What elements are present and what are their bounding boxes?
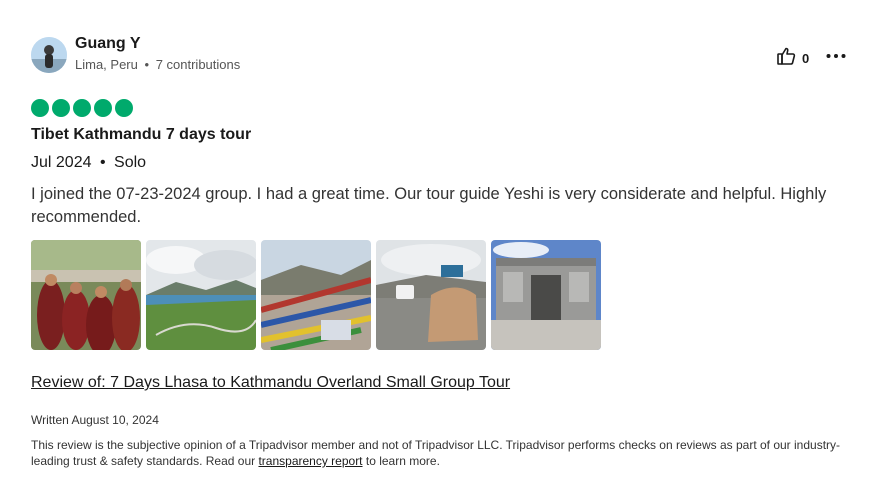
helpful-count: 0	[802, 51, 810, 66]
disclaimer: This review is the subjective opinion of…	[31, 437, 851, 469]
trip-info: Jul 2024 • Solo	[31, 154, 146, 172]
disclaimer-text-end: to learn more.	[362, 454, 440, 468]
avatar[interactable]	[31, 37, 67, 73]
trip-date: Jul 2024	[31, 154, 92, 171]
thumbs-up-icon	[776, 46, 796, 71]
reviewer-name[interactable]: Guang Y	[75, 35, 141, 53]
review-text: I joined the 07-23-2024 group. I had a g…	[31, 185, 827, 226]
photo-strip	[31, 240, 601, 350]
monks-photo[interactable]	[31, 240, 141, 350]
reviewer-contributions: 7 contributions	[155, 57, 241, 72]
border-building-photo[interactable]	[491, 240, 601, 350]
reviewer-location: Lima, Peru	[75, 57, 138, 72]
rating-bubble	[31, 99, 49, 117]
roadside-monument-photo[interactable]	[376, 240, 486, 350]
rating-bubble	[73, 99, 91, 117]
review-of-link[interactable]: Review of: 7 Days Lhasa to Kathmandu Ove…	[31, 374, 510, 392]
rating-bubble	[115, 99, 133, 117]
prayer-flags-photo[interactable]	[261, 240, 371, 350]
transparency-report-link[interactable]: transparency report	[258, 454, 362, 468]
lake-valley-photo[interactable]	[146, 240, 256, 350]
more-options-icon[interactable]	[825, 46, 847, 66]
rating-bubble	[94, 99, 112, 117]
reviewer-meta: Lima, Peru • 7 contributions	[75, 57, 240, 72]
bubble-rating	[31, 99, 133, 117]
rating-bubble	[52, 99, 70, 117]
written-date: Written August 10, 2024	[31, 413, 159, 427]
review-title[interactable]: Tibet Kathmandu 7 days tour	[31, 126, 251, 144]
review-card: Guang Y Lima, Peru • 7 contributions 0 T…	[0, 0, 888, 504]
trip-separator: •	[99, 154, 106, 171]
meta-separator: •	[144, 57, 150, 72]
trip-type: Solo	[114, 154, 147, 171]
helpful-vote-button[interactable]: 0	[776, 46, 809, 71]
